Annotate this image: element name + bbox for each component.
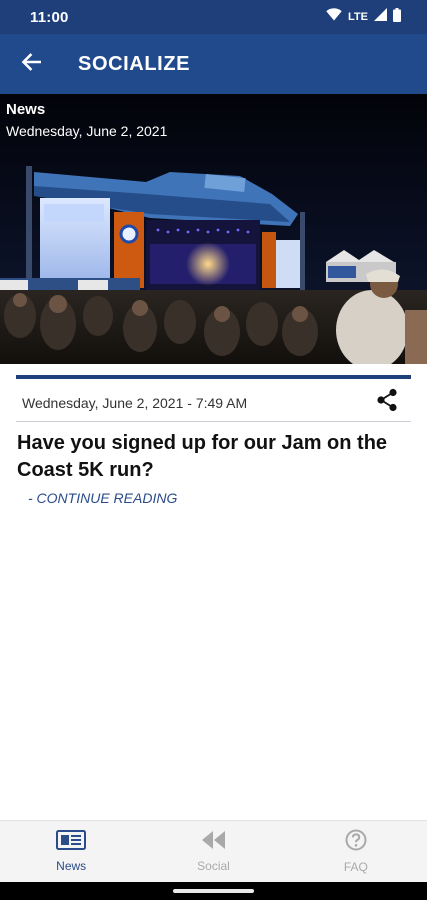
rewind-icon	[200, 830, 226, 855]
battery-icon	[393, 7, 401, 27]
article-meta: Wednesday, June 2, 2021 - 7:49 AM	[16, 384, 411, 422]
nav-label-social: Social	[197, 859, 230, 873]
back-button[interactable]	[0, 34, 62, 94]
continue-reading-link[interactable]: - CONTINUE READING	[28, 490, 177, 506]
share-button[interactable]	[373, 388, 401, 417]
bottom-navigation: News Social FAQ	[0, 820, 427, 882]
hero-image[interactable]: News Wednesday, June 2, 2021	[0, 94, 427, 364]
question-circle-icon	[345, 829, 367, 856]
article-date: Wednesday, June 2, 2021 - 7:49 AM	[22, 394, 248, 411]
system-navigation-bar	[0, 882, 427, 900]
newspaper-icon	[56, 830, 87, 855]
home-gesture-handle[interactable]	[173, 889, 254, 893]
hero-date: Wednesday, June 2, 2021	[6, 123, 168, 139]
nav-item-news[interactable]: News	[0, 821, 142, 882]
app-bar: SOCIALIZE	[0, 34, 427, 94]
hero-section-label: News	[6, 101, 46, 118]
article-headline[interactable]: Have you signed up for our Jam on the Co…	[17, 430, 412, 484]
nav-item-faq[interactable]: FAQ	[285, 821, 427, 882]
wifi-icon	[326, 8, 342, 26]
nav-label-faq: FAQ	[343, 860, 368, 874]
page-title: SOCIALIZE	[78, 52, 191, 75]
network-label: LTE	[348, 11, 368, 23]
status-time: 11:00	[30, 8, 69, 26]
status-icons: LTE	[326, 7, 401, 27]
arrow-left-icon	[21, 52, 42, 76]
share-icon	[376, 388, 398, 417]
nav-item-social[interactable]: Social	[142, 821, 284, 882]
article-divider	[16, 375, 411, 379]
signal-icon	[374, 8, 387, 26]
status-bar: 11:00 LTE	[0, 0, 427, 34]
nav-label-news: News	[56, 859, 87, 873]
